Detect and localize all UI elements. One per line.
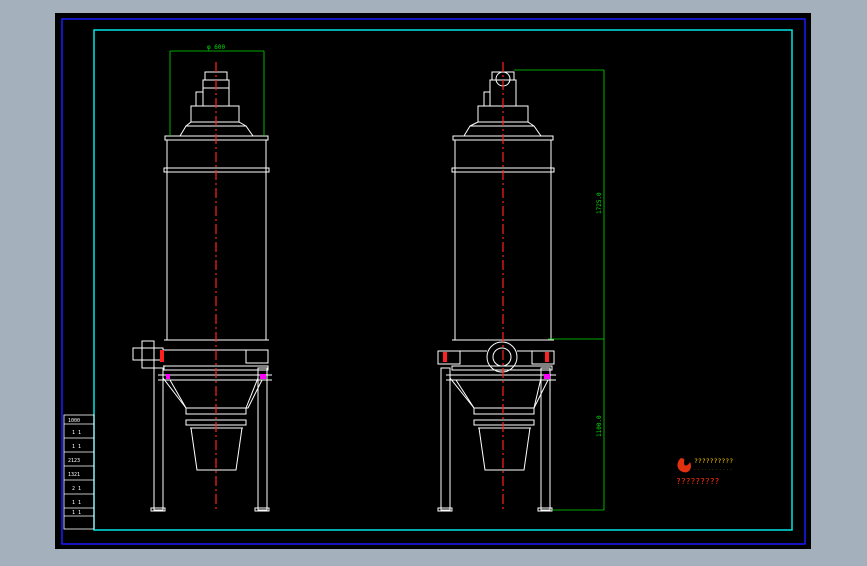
title-block-row: 1000 bbox=[68, 418, 80, 424]
cad-drawing: 1000 1 1 1 1 2123 1321 2 1 1 1 1 1 φ 600… bbox=[55, 13, 811, 549]
title-block-row: 1 1 bbox=[72, 500, 81, 506]
title-block-row: 1321 bbox=[68, 472, 80, 478]
title-block-row: 2123 bbox=[68, 458, 80, 464]
dimension-diameter: φ 600 bbox=[207, 44, 225, 51]
cad-viewport[interactable]: 1000 1 1 1 1 2123 1321 2 1 1 1 1 1 φ 600… bbox=[0, 0, 867, 562]
logo-tagline: ????????? bbox=[676, 477, 720, 486]
title-block-row: 1 1 bbox=[72, 430, 81, 436]
title-block-row: 1 1 bbox=[72, 510, 81, 516]
title-block-row: 1 1 bbox=[72, 444, 81, 450]
dimension-lower-height: 1100.0 bbox=[596, 415, 603, 437]
logo-company-name: ?????????? bbox=[694, 457, 733, 465]
logo-company-subline: · · · · · · · · · · · bbox=[694, 467, 732, 471]
dimension-upper-height: 1725.0 bbox=[596, 192, 603, 214]
title-block-row: 2 1 bbox=[72, 486, 81, 492]
